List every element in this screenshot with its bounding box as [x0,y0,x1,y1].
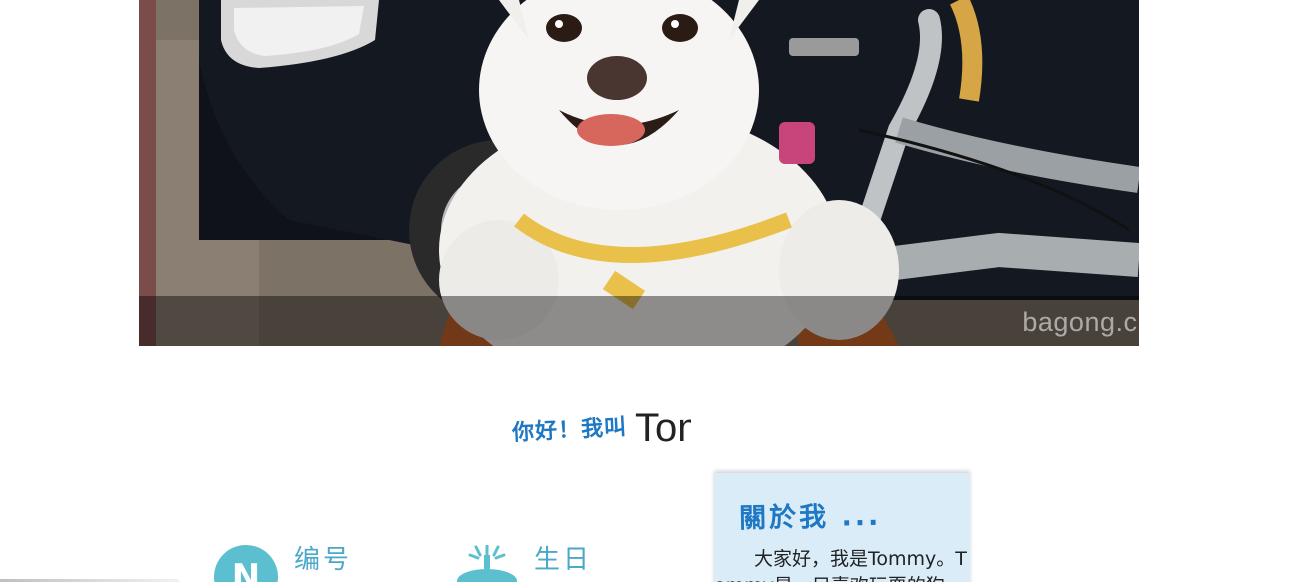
number-label: 编号 [294,545,353,575]
page: bagong.cn 你好！我叫 Tommy N 编号 [0,0,1313,582]
info-number: N 编号 [214,545,352,582]
birthday-cake-icon [454,543,520,582]
n-badge-icon: N [214,545,280,582]
greeting-hello: 你好！我叫 [511,415,628,446]
birthday-label: 生日 [534,545,593,575]
watermark-text: bagong.cn [1022,307,1139,337]
dog-photo-image [139,0,1139,346]
about-title: 關於我 ... [738,500,882,535]
about-card: 關於我 ... 大家好，我是Tommy。Tommy是一只喜欢玩耍的狗 [714,473,970,582]
hero-photo: bagong.cn [139,0,1139,346]
greeting-name-clip: Tommy [635,406,691,451]
pet-name: Tommy [635,405,691,450]
about-body: 大家好，我是Tommy。Tommy是一只喜欢玩耍的狗 [714,548,967,582]
hero-caption-strip [139,296,1139,346]
greeting: 你好！我叫 Tommy [512,398,691,458]
info-birthday: 生日 [454,543,592,582]
